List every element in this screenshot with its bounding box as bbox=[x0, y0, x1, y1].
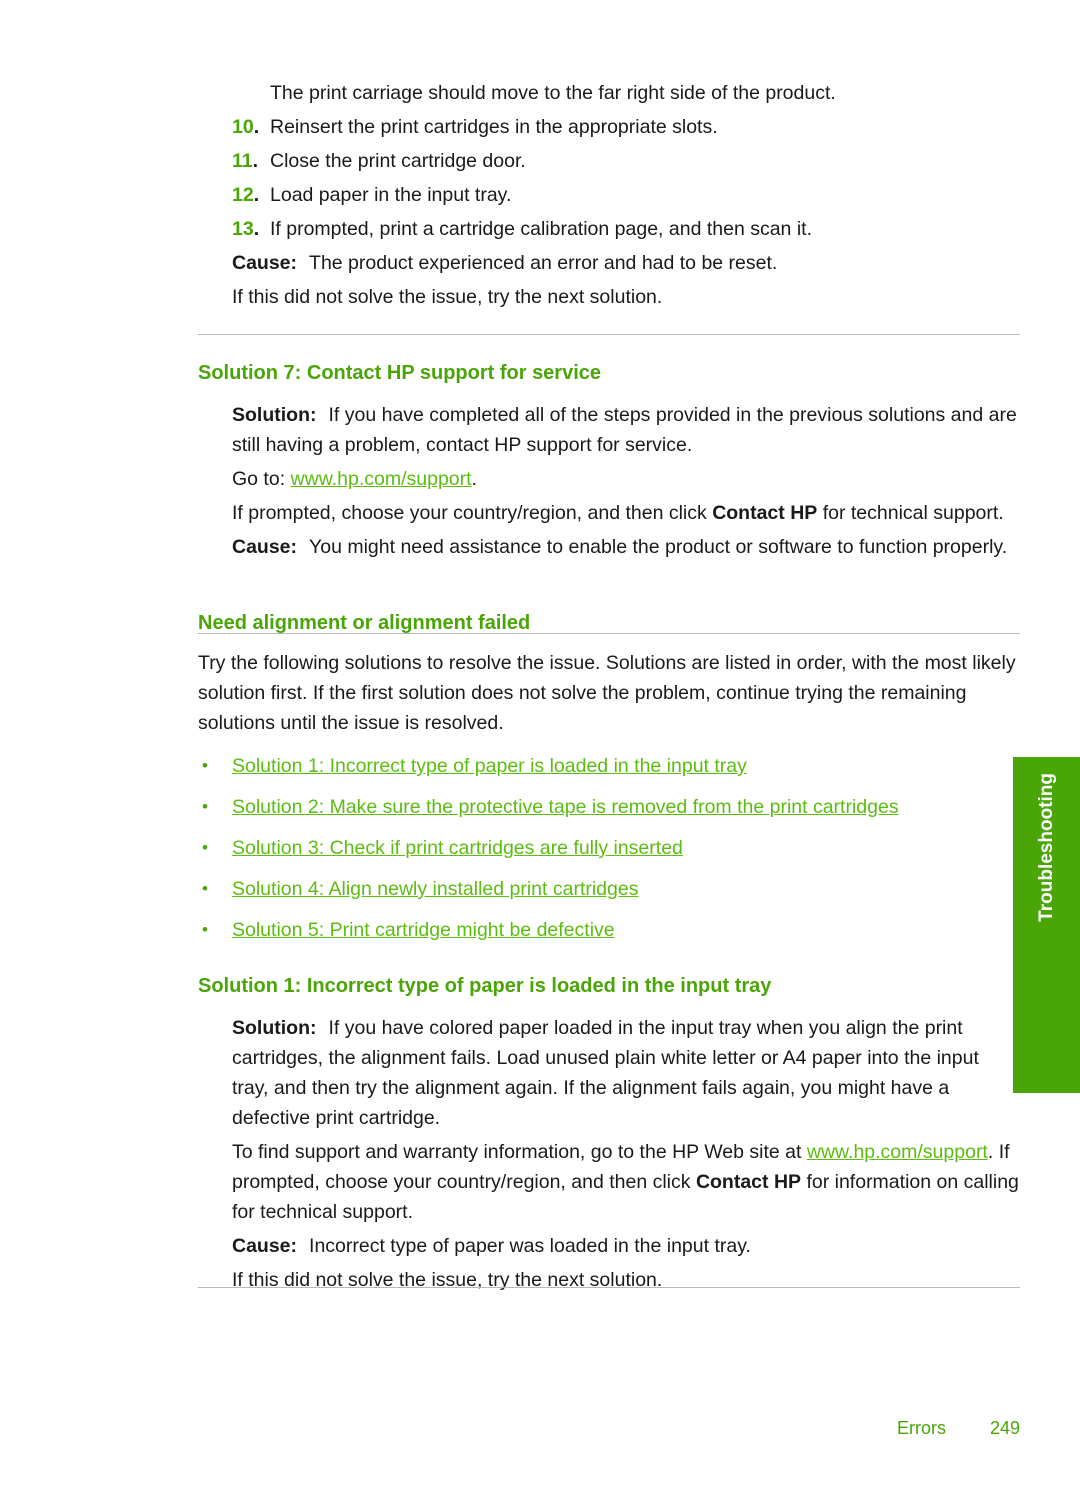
goto-suffix: . bbox=[471, 468, 477, 490]
solution-link-1[interactable]: Solution 1: Incorrect type of paper is l… bbox=[232, 755, 747, 777]
next-solution-text: If this did not solve the issue, try the… bbox=[232, 286, 663, 308]
solution-7-solution-paragraph: Solution: If you have completed all of th… bbox=[232, 400, 1020, 460]
solution-label: Solution: bbox=[232, 404, 317, 426]
page-footer: Errors 249 bbox=[198, 1418, 1020, 1439]
cause-label: Cause: bbox=[232, 252, 298, 274]
list-item: • Solution 2: Make sure the protective t… bbox=[198, 793, 1020, 823]
step-text: Reinsert the print cartridges in the app… bbox=[270, 116, 718, 138]
document-page: The print carriage should move to the fa… bbox=[0, 0, 1080, 1495]
intro-line: The print carriage should move to the fa… bbox=[270, 82, 836, 104]
solution-link-4[interactable]: Solution 4: Align newly installed print … bbox=[232, 878, 638, 900]
solution-1-heading: Solution 1: Incorrect type of paper is l… bbox=[198, 975, 772, 997]
step-number: 12. bbox=[232, 184, 260, 206]
list-item: • Solution 3: Check if print cartridges … bbox=[198, 834, 1020, 864]
cause-text: You might need assistance to enable the … bbox=[309, 536, 1008, 558]
side-tab-label: Troubleshooting bbox=[1036, 773, 1057, 922]
solution-link-5[interactable]: Solution 5: Print cartridge might be def… bbox=[232, 919, 615, 941]
hp-support-link[interactable]: www.hp.com/support bbox=[291, 468, 472, 490]
cause-label: Cause: bbox=[232, 536, 298, 558]
solution-1-cause-paragraph: Cause: Incorrect type of paper was loaded… bbox=[232, 1231, 1020, 1261]
cause-paragraph: Cause: The product experienced an error a… bbox=[232, 248, 1020, 278]
solution-text: If you have colored paper loaded in the … bbox=[232, 1017, 979, 1129]
solution-7-heading: Solution 7: Contact HP support for servi… bbox=[198, 362, 602, 384]
footer-section-label: Errors bbox=[896, 1418, 946, 1438]
bullet-icon: • bbox=[202, 756, 208, 775]
footer-page-number: 249 bbox=[989, 1418, 1020, 1438]
step-text: Close the print cartridge door. bbox=[270, 150, 526, 172]
contact-hp-emphasis: Contact HP bbox=[695, 1171, 802, 1193]
solution-text: If you have completed all of the steps p… bbox=[232, 404, 1017, 456]
cause-text: Incorrect type of paper was loaded in th… bbox=[309, 1235, 751, 1257]
prompted-part-1: If prompted, choose your country/region,… bbox=[232, 502, 707, 524]
side-tab-troubleshooting: Troubleshooting bbox=[1013, 757, 1080, 1093]
bullet-icon: • bbox=[202, 920, 208, 939]
step-number: 10. bbox=[232, 116, 260, 138]
solution-1-next-solution-text: If this did not solve the issue, try the… bbox=[232, 1269, 663, 1291]
cause-label: Cause: bbox=[232, 1235, 298, 1257]
solution-link-3[interactable]: Solution 3: Check if print cartridges ar… bbox=[232, 837, 683, 859]
need-alignment-intro: Try the following solutions to resolve t… bbox=[198, 652, 1016, 734]
solution-label: Solution: bbox=[232, 1017, 317, 1039]
section-divider bbox=[198, 633, 1020, 634]
page-content: The print carriage should move to the fa… bbox=[198, 78, 1020, 1299]
solution-links-list: • Solution 1: Incorrect type of paper is… bbox=[198, 752, 1020, 946]
bullet-icon: • bbox=[202, 838, 208, 857]
hp-support-link[interactable]: www.hp.com/support bbox=[807, 1141, 988, 1163]
numbered-steps-list: 10. Reinsert the print cartridges in the… bbox=[198, 112, 1020, 244]
list-item: • Solution 1: Incorrect type of paper is… bbox=[198, 752, 1020, 782]
top-block: The print carriage should move to the fa… bbox=[198, 78, 1020, 312]
solution-1-support-paragraph: To find support and warranty information… bbox=[232, 1137, 1020, 1227]
bullet-icon: • bbox=[202, 797, 208, 816]
solution-7-prompted-paragraph: If prompted, choose your country/region,… bbox=[232, 498, 1020, 528]
section-divider bbox=[198, 1287, 1020, 1288]
list-item: • Solution 5: Print cartridge might be d… bbox=[198, 916, 1020, 946]
step-item: 10. Reinsert the print cartridges in the… bbox=[198, 112, 1020, 142]
step-text: Load paper in the input tray. bbox=[270, 184, 512, 206]
goto-prefix: Go to: bbox=[232, 468, 286, 490]
step-number: 11. bbox=[232, 150, 259, 172]
list-item: • Solution 4: Align newly installed prin… bbox=[198, 875, 1020, 905]
solution-7-block: Solution 7: Contact HP support for servi… bbox=[198, 360, 1020, 562]
solution-7-goto-paragraph: Go to: www.hp.com/support. bbox=[232, 464, 1020, 494]
support-prefix: To find support and warranty information… bbox=[232, 1141, 802, 1163]
solution-7-cause-paragraph: Cause: You might need assistance to enabl… bbox=[232, 532, 1020, 562]
cause-text: The product experienced an error and had… bbox=[309, 252, 778, 274]
solution-link-2[interactable]: Solution 2: Make sure the protective tap… bbox=[232, 796, 899, 818]
step-item: 13. If prompted, print a cartridge calib… bbox=[198, 214, 1020, 244]
bullet-icon: • bbox=[202, 879, 208, 898]
section-divider bbox=[198, 334, 1020, 335]
prompted-part-2: for technical support. bbox=[822, 502, 1004, 524]
step-item: 12. Load paper in the input tray. bbox=[198, 180, 1020, 210]
contact-hp-emphasis: Contact HP bbox=[712, 502, 818, 524]
need-alignment-block: Need alignment or alignment failed Try t… bbox=[198, 610, 1020, 946]
step-text: If prompted, print a cartridge calibrati… bbox=[270, 218, 812, 240]
solution-1-solution-paragraph: Solution: If you have colored paper loade… bbox=[232, 1013, 1020, 1133]
solution-1-block: Solution 1: Incorrect type of paper is l… bbox=[198, 973, 1020, 1295]
step-item: 11. Close the print cartridge door. bbox=[198, 146, 1020, 176]
step-number: 13. bbox=[232, 218, 260, 240]
